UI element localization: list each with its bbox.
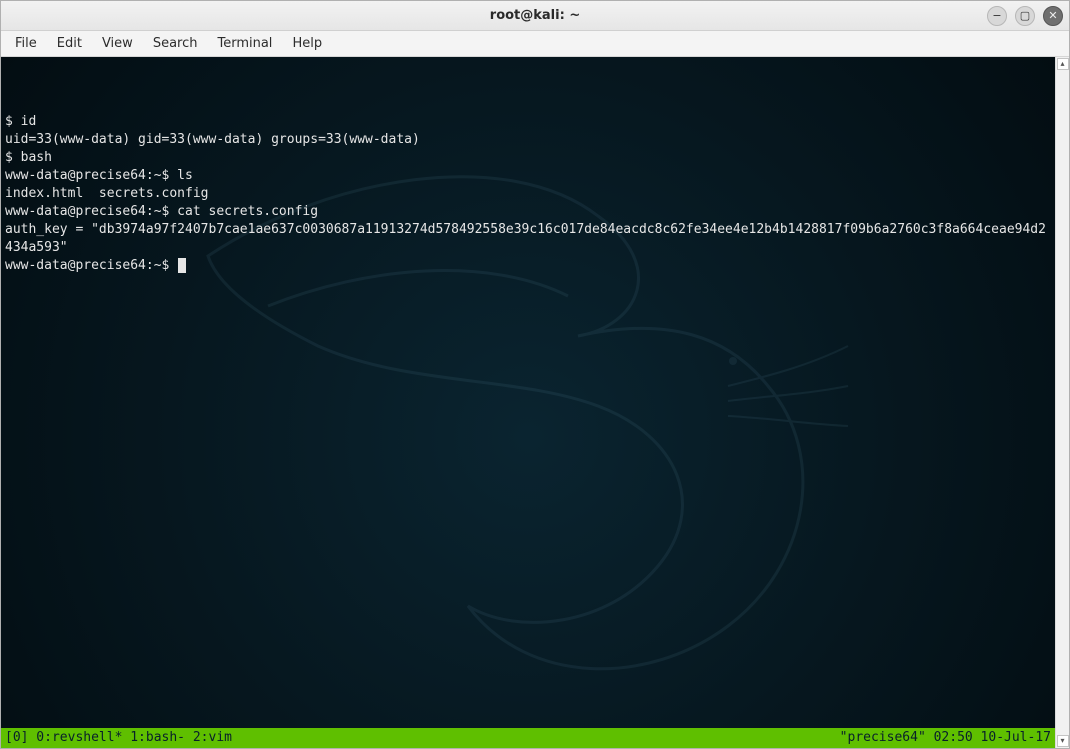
window-controls: − ▢ ✕ (987, 6, 1063, 26)
status-right: "precise64" 02:50 10-Jul-17 (840, 729, 1051, 747)
term-line: auth_key = "db3974a97f2407b7cae1ae637c00… (5, 222, 1046, 255)
minimize-icon: − (992, 9, 1001, 22)
menu-edit[interactable]: Edit (49, 33, 90, 54)
terminal-viewport[interactable]: $ id uid=33(www-data) gid=33(www-data) g… (1, 57, 1055, 748)
menubar: File Edit View Search Terminal Help (1, 31, 1069, 57)
scrollbar[interactable]: ▴ ▾ (1055, 57, 1069, 748)
term-line: uid=33(www-data) gid=33(www-data) groups… (5, 132, 420, 147)
terminal-text: $ id uid=33(www-data) gid=33(www-data) g… (5, 113, 1051, 275)
menu-file[interactable]: File (7, 33, 45, 54)
term-line: www-data@precise64:~$ (5, 258, 177, 273)
titlebar[interactable]: root@kali: ~ − ▢ ✕ (1, 1, 1069, 31)
chevron-down-icon: ▾ (1060, 736, 1064, 745)
terminal-cursor (178, 258, 186, 273)
term-line: $ bash (5, 150, 52, 165)
term-line: www-data@precise64:~$ cat secrets.config (5, 204, 318, 219)
window-title: root@kali: ~ (490, 8, 580, 23)
menu-search[interactable]: Search (145, 33, 206, 54)
maximize-icon: ▢ (1020, 9, 1030, 22)
menu-help[interactable]: Help (284, 33, 330, 54)
scroll-down-button[interactable]: ▾ (1057, 735, 1069, 747)
close-button[interactable]: ✕ (1043, 6, 1063, 26)
menu-terminal[interactable]: Terminal (209, 33, 280, 54)
terminal-area: $ id uid=33(www-data) gid=33(www-data) g… (1, 57, 1069, 748)
terminal-window: root@kali: ~ − ▢ ✕ File Edit View Search… (0, 0, 1070, 749)
menu-view[interactable]: View (94, 33, 141, 54)
maximize-button[interactable]: ▢ (1015, 6, 1035, 26)
status-left: [0] 0:revshell* 1:bash- 2:vim (5, 729, 232, 747)
minimize-button[interactable]: − (987, 6, 1007, 26)
chevron-up-icon: ▴ (1060, 59, 1064, 68)
term-line: index.html secrets.config (5, 186, 209, 201)
term-line: www-data@precise64:~$ ls (5, 168, 193, 183)
term-line: $ id (5, 114, 36, 129)
scroll-up-button[interactable]: ▴ (1057, 58, 1069, 70)
tmux-statusbar: [0] 0:revshell* 1:bash- 2:vim "precise64… (1, 728, 1055, 748)
close-icon: ✕ (1048, 9, 1057, 22)
